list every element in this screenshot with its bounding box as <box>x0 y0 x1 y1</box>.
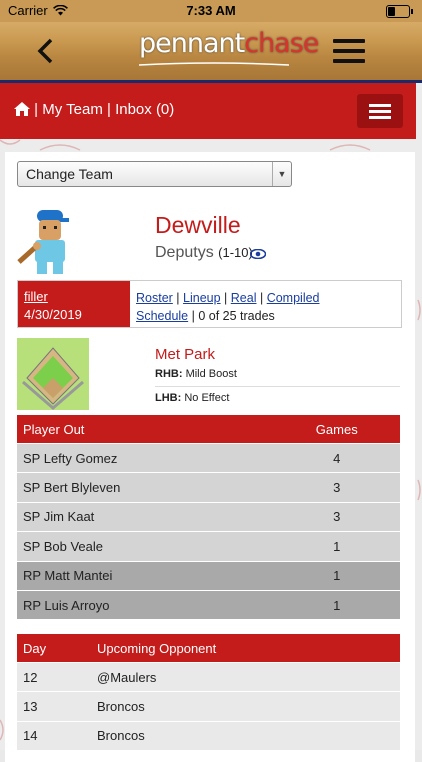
column-header-games: Games <box>273 415 400 444</box>
park-lhb-effect: LHB: No Effect <box>155 392 229 404</box>
change-team-value: Change Team <box>26 166 113 182</box>
team-name-line: Deputys (1-10) <box>155 244 253 262</box>
logo-swoosh-icon <box>139 62 289 66</box>
opponent-cell: Broncos <box>91 720 400 751</box>
eye-icon[interactable] <box>250 249 266 259</box>
park-name: Met Park <box>155 346 216 363</box>
league-name-link[interactable]: filler <box>24 289 48 304</box>
opponent-cell: Broncos <box>91 691 400 722</box>
table-row[interactable]: 12 @Maulers <box>17 661 400 692</box>
status-bar: Carrier 7:33 AM <box>0 0 422 22</box>
rhb-label: RHB: <box>155 368 183 380</box>
player-cell: SP Lefty Gomez <box>17 442 274 473</box>
table-row[interactable]: SP Bert Blyleven 3 <box>17 472 400 503</box>
player-cell: SP Bob Veale <box>17 531 274 562</box>
pennant-chase-logo[interactable]: pennantchase <box>139 28 319 72</box>
rhb-value: Mild Boost <box>185 368 237 380</box>
games-cell: 1 <box>273 531 400 562</box>
hamburger-icon[interactable] <box>333 39 365 63</box>
league-date: 4/30/2019 <box>24 307 82 322</box>
compiled-link[interactable]: Compiled <box>267 291 320 305</box>
column-header-opponent: Upcoming Opponent <box>91 634 400 663</box>
lineup-link[interactable]: Lineup <box>183 291 221 305</box>
games-cell: 4 <box>273 442 400 473</box>
player-cell: SP Bert Blyleven <box>17 472 274 503</box>
games-cell: 3 <box>273 472 400 503</box>
team-card: Change Team ▼ Dewville Deputys (1-10) fi… <box>5 152 415 762</box>
table-row[interactable]: SP Jim Kaat 3 <box>17 501 400 532</box>
table-row[interactable]: SP Lefty Gomez 4 <box>17 442 400 473</box>
home-icon[interactable] <box>14 102 30 116</box>
logo-text-pennant: pennant <box>139 28 245 59</box>
team-name: Deputys <box>155 244 214 261</box>
change-team-select[interactable]: Change Team ▼ <box>17 161 292 187</box>
lhb-label: LHB: <box>155 392 182 404</box>
real-link[interactable]: Real <box>231 291 257 305</box>
team-links: Roster | Lineup | Real | Compiled Schedu… <box>136 291 320 323</box>
games-cell: 1 <box>273 589 400 620</box>
day-cell: 14 <box>17 720 91 751</box>
table-row[interactable]: 14 Broncos <box>17 720 400 751</box>
schedule-link[interactable]: Schedule <box>136 309 188 323</box>
day-cell: 13 <box>17 691 91 722</box>
logo-text-chase: chase <box>244 28 319 59</box>
team-city: Dewville <box>155 212 241 238</box>
table-row[interactable]: RP Matt Mantei 1 <box>17 560 400 591</box>
battery-icon <box>386 5 413 18</box>
column-header-player-out: Player Out <box>17 415 274 444</box>
app-header: pennantchase <box>0 22 422 83</box>
player-cell: SP Jim Kaat <box>17 501 274 532</box>
players-out-table: Player Out Games SP Lefty Gomez 4 SP Bert… <box>17 415 400 620</box>
ballpark-image <box>17 338 89 410</box>
opponent-cell: @Maulers <box>91 661 400 692</box>
nav-link-my-team[interactable]: My Team <box>42 101 103 118</box>
schedule-table: Day Upcoming Opponent 12 @Maulers 13 Bronc… <box>17 634 400 751</box>
chevron-left-icon[interactable] <box>36 38 56 64</box>
player-cell: RP Luis Arroyo <box>17 589 274 620</box>
trades-count: 0 of 25 trades <box>198 309 275 323</box>
league-info-box: filler 4/30/2019 Roster | Lineup | Real … <box>17 280 402 328</box>
lhb-value: No Effect <box>184 392 230 404</box>
games-cell: 1 <box>273 560 400 591</box>
games-cell: 3 <box>273 501 400 532</box>
nav-separator: | <box>34 101 39 118</box>
roster-link[interactable]: Roster <box>136 291 173 305</box>
dropdown-arrow-icon: ▼ <box>272 162 291 186</box>
table-row[interactable]: 13 Broncos <box>17 691 400 722</box>
table-row[interactable]: RP Luis Arroyo 1 <box>17 589 400 620</box>
nav-menu-button[interactable] <box>357 94 403 128</box>
nav-separator: | <box>107 101 111 118</box>
nav-bar: | My Team | Inbox (0) <box>0 83 416 139</box>
status-time: 7:33 AM <box>186 3 236 18</box>
table-row[interactable]: SP Bob Veale 1 <box>17 531 400 562</box>
player-cell: RP Matt Mantei <box>17 560 274 591</box>
column-header-day: Day <box>17 634 91 663</box>
day-cell: 12 <box>17 661 91 692</box>
team-record: (1-10) <box>218 245 253 260</box>
batter-avatar-icon <box>17 210 69 274</box>
nav-link-inbox[interactable]: Inbox (0) <box>115 101 174 118</box>
park-rhb-effect: RHB: Mild Boost <box>155 368 400 387</box>
